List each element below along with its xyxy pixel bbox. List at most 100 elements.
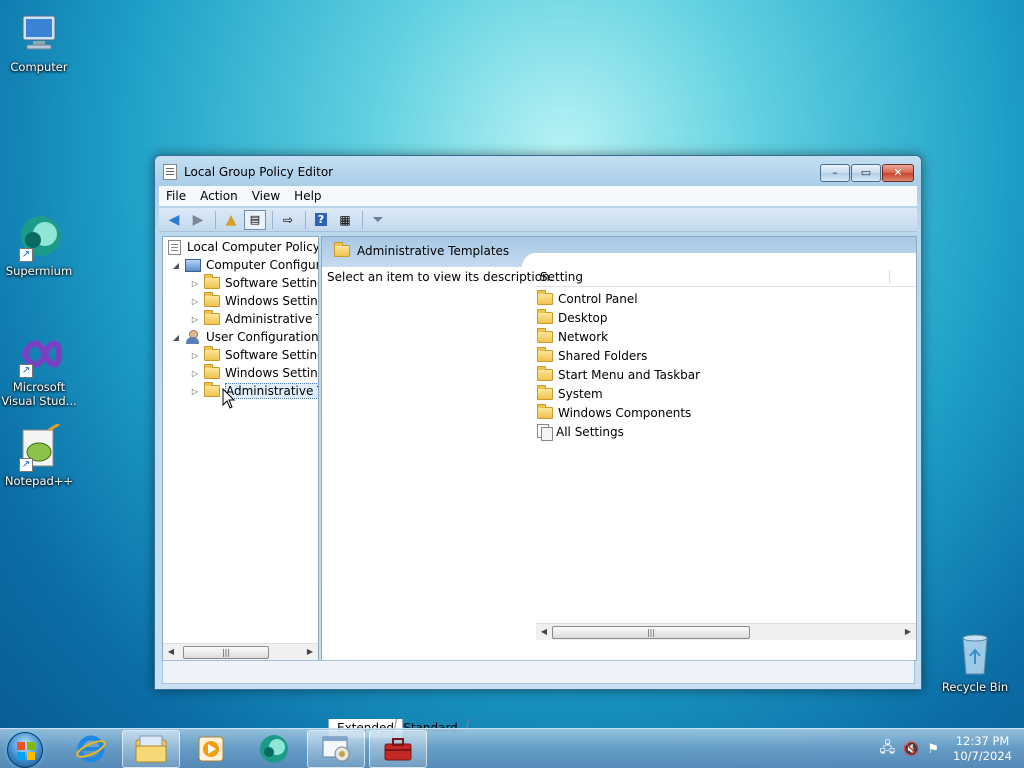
minimize-icon: – bbox=[832, 166, 838, 179]
taskbar-supermium[interactable] bbox=[245, 730, 303, 768]
supermium-icon bbox=[260, 735, 288, 763]
network-icon[interactable]: 🖧 bbox=[880, 737, 896, 761]
filter-button[interactable]: ⏷ bbox=[367, 210, 389, 230]
folder-icon bbox=[537, 403, 553, 419]
tree-item-local-computer-policy[interactable]: Local Computer Policy bbox=[168, 238, 318, 256]
scroll-right-icon[interactable]: ▶ bbox=[302, 644, 318, 660]
help-button[interactable]: ? bbox=[310, 210, 332, 230]
scrollbar-thumb[interactable]: ||| bbox=[552, 626, 750, 639]
list-item-system[interactable]: System bbox=[537, 384, 603, 403]
visual-studio-icon: ↗ bbox=[15, 330, 63, 378]
desktop-icon-notepadpp[interactable]: ↗ Notepad++ bbox=[1, 422, 77, 488]
scroll-left-icon[interactable]: ◀ bbox=[536, 624, 552, 641]
show-hide-tree-button[interactable]: ▤ bbox=[244, 209, 266, 230]
list-item-windows-components[interactable]: Windows Components bbox=[537, 403, 691, 422]
folder-icon bbox=[204, 364, 220, 379]
scrollbar-thumb[interactable]: ||| bbox=[183, 646, 269, 659]
tree-item-cc-windows-settings[interactable]: ▷ Windows Setting bbox=[190, 292, 318, 310]
toolbox-icon bbox=[384, 738, 412, 761]
folder-icon bbox=[537, 327, 553, 343]
list-item-network[interactable]: Network bbox=[537, 327, 608, 346]
expand-arrow-icon[interactable]: ▷ bbox=[190, 369, 200, 378]
menu-file[interactable]: File bbox=[159, 189, 193, 203]
list-item-start-menu-taskbar[interactable]: Start Menu and Taskbar bbox=[537, 365, 700, 384]
volume-muted-icon[interactable]: 🔇 bbox=[903, 742, 919, 757]
desktop-icon-recycle-bin[interactable]: Recycle Bin bbox=[937, 630, 1013, 694]
tree-item-uc-windows-settings[interactable]: ▷ Windows Setting bbox=[190, 364, 318, 382]
list-item-control-panel[interactable]: Control Panel bbox=[537, 289, 638, 308]
back-arrow-icon: ◀ bbox=[168, 211, 180, 228]
tree-item-uc-administrative-templates[interactable]: ▷ Administrative Te bbox=[190, 382, 318, 400]
desktop-icon-supermium[interactable]: ↗ Supermium bbox=[1, 214, 77, 278]
export-list-button[interactable]: ⇨ bbox=[277, 210, 299, 230]
folder-icon bbox=[334, 242, 350, 257]
scroll-left-icon[interactable]: ◀ bbox=[163, 644, 179, 660]
internet-explorer-icon bbox=[76, 735, 106, 763]
maximize-button[interactable]: ▭ bbox=[851, 164, 881, 182]
desktop-icon-computer[interactable]: Computer bbox=[1, 10, 77, 74]
desktop-icon-label: Notepad++ bbox=[4, 474, 74, 488]
menu-help[interactable]: Help bbox=[287, 189, 328, 203]
system-clock[interactable]: 12:37 PM 10/7/2024 bbox=[953, 734, 1012, 764]
console-tree[interactable]: Local Computer Policy ◢ Computer Configu… bbox=[162, 236, 319, 661]
folder-icon bbox=[537, 346, 553, 362]
forward-button[interactable]: ▶ bbox=[187, 210, 209, 230]
policy-editor-icon bbox=[322, 736, 350, 762]
list-item-shared-folders[interactable]: Shared Folders bbox=[537, 346, 647, 365]
tree-item-computer-configuration[interactable]: ◢ Computer Configura bbox=[171, 256, 318, 274]
expand-arrow-icon[interactable]: ▷ bbox=[190, 297, 200, 306]
taskbar-media-player[interactable] bbox=[182, 730, 240, 768]
minimize-button[interactable]: – bbox=[820, 164, 850, 182]
back-button[interactable]: ◀ bbox=[163, 210, 185, 230]
collapse-arrow-icon[interactable]: ◢ bbox=[171, 333, 181, 342]
taskbar: 🖧 🔇 ⚑ 12:37 PM 10/7/2024 bbox=[0, 728, 1024, 768]
expand-arrow-icon[interactable]: ▷ bbox=[190, 279, 200, 288]
close-button[interactable]: ✕ bbox=[882, 164, 914, 182]
computer-icon bbox=[15, 10, 63, 58]
details-title: Administrative Templates bbox=[357, 244, 510, 258]
details-horizontal-scrollbar[interactable]: ◀ ||| ▶ bbox=[536, 623, 916, 640]
folder-icon bbox=[537, 384, 553, 400]
desktop-icon-label: Computer bbox=[10, 60, 68, 74]
collapse-arrow-icon[interactable]: ◢ bbox=[171, 261, 181, 270]
title-bar[interactable]: Local Group Policy Editor – ▭ ✕ bbox=[155, 156, 921, 186]
list-item-all-settings[interactable]: All Settings bbox=[537, 422, 624, 441]
selected-tree-label: Administrative Te bbox=[225, 383, 318, 399]
scroll-right-icon[interactable]: ▶ bbox=[900, 624, 916, 641]
folder-icon bbox=[204, 382, 220, 397]
expand-arrow-icon[interactable]: ▷ bbox=[190, 315, 200, 324]
shortcut-arrow-icon: ↗ bbox=[19, 248, 33, 262]
client-area: Local Computer Policy ◢ Computer Configu… bbox=[162, 236, 917, 739]
expand-arrow-icon[interactable]: ▷ bbox=[190, 387, 200, 396]
shortcut-arrow-icon: ↗ bbox=[19, 364, 33, 378]
taskbar-computer-management[interactable] bbox=[369, 730, 427, 768]
tree-horizontal-scrollbar[interactable]: ◀ ||| ▶ bbox=[163, 643, 318, 660]
menu-view[interactable]: View bbox=[245, 189, 287, 203]
start-button[interactable] bbox=[7, 732, 43, 768]
action-center-flag-icon[interactable]: ⚑ bbox=[927, 742, 939, 757]
folder-icon bbox=[204, 274, 220, 289]
up-one-level-button[interactable]: ▲ bbox=[220, 210, 242, 230]
desktop-icon-visual-studio[interactable]: ↗ Microsoft Visual Stud... bbox=[1, 330, 77, 408]
clock-time: 12:37 PM bbox=[955, 734, 1010, 748]
desktop-icon-label: Supermium bbox=[5, 264, 73, 278]
expand-arrow-icon[interactable]: ▷ bbox=[190, 351, 200, 360]
list-item-desktop[interactable]: Desktop bbox=[537, 308, 608, 327]
group-policy-editor-window[interactable]: Local Group Policy Editor – ▭ ✕ File Act… bbox=[154, 155, 922, 739]
taskbar-windows-explorer[interactable] bbox=[122, 730, 180, 768]
details-pane[interactable]: Administrative Templates Select an item … bbox=[321, 236, 917, 661]
tree-item-cc-administrative-templates[interactable]: ▷ Administrative Te bbox=[190, 310, 318, 328]
filter-icon: ⏷ bbox=[372, 211, 384, 228]
desktop-icon-label: Microsoft Visual Stud... bbox=[1, 380, 77, 408]
menu-action[interactable]: Action bbox=[193, 189, 245, 203]
desktop-icon-label: Recycle Bin bbox=[941, 680, 1009, 694]
column-header-setting[interactable]: Setting bbox=[536, 267, 916, 287]
clock-date: 10/7/2024 bbox=[953, 749, 1012, 763]
taskbar-internet-explorer[interactable] bbox=[62, 730, 120, 768]
taskbar-group-policy-editor[interactable] bbox=[307, 730, 365, 768]
show-hide-action-pane-button[interactable]: ▦ bbox=[334, 210, 356, 230]
folder-icon bbox=[204, 310, 220, 325]
tree-item-cc-software-settings[interactable]: ▷ Software Settings bbox=[190, 274, 318, 292]
tree-item-uc-software-settings[interactable]: ▷ Software Settings bbox=[190, 346, 318, 364]
tree-item-user-configuration[interactable]: ◢ User Configuration bbox=[171, 328, 318, 346]
